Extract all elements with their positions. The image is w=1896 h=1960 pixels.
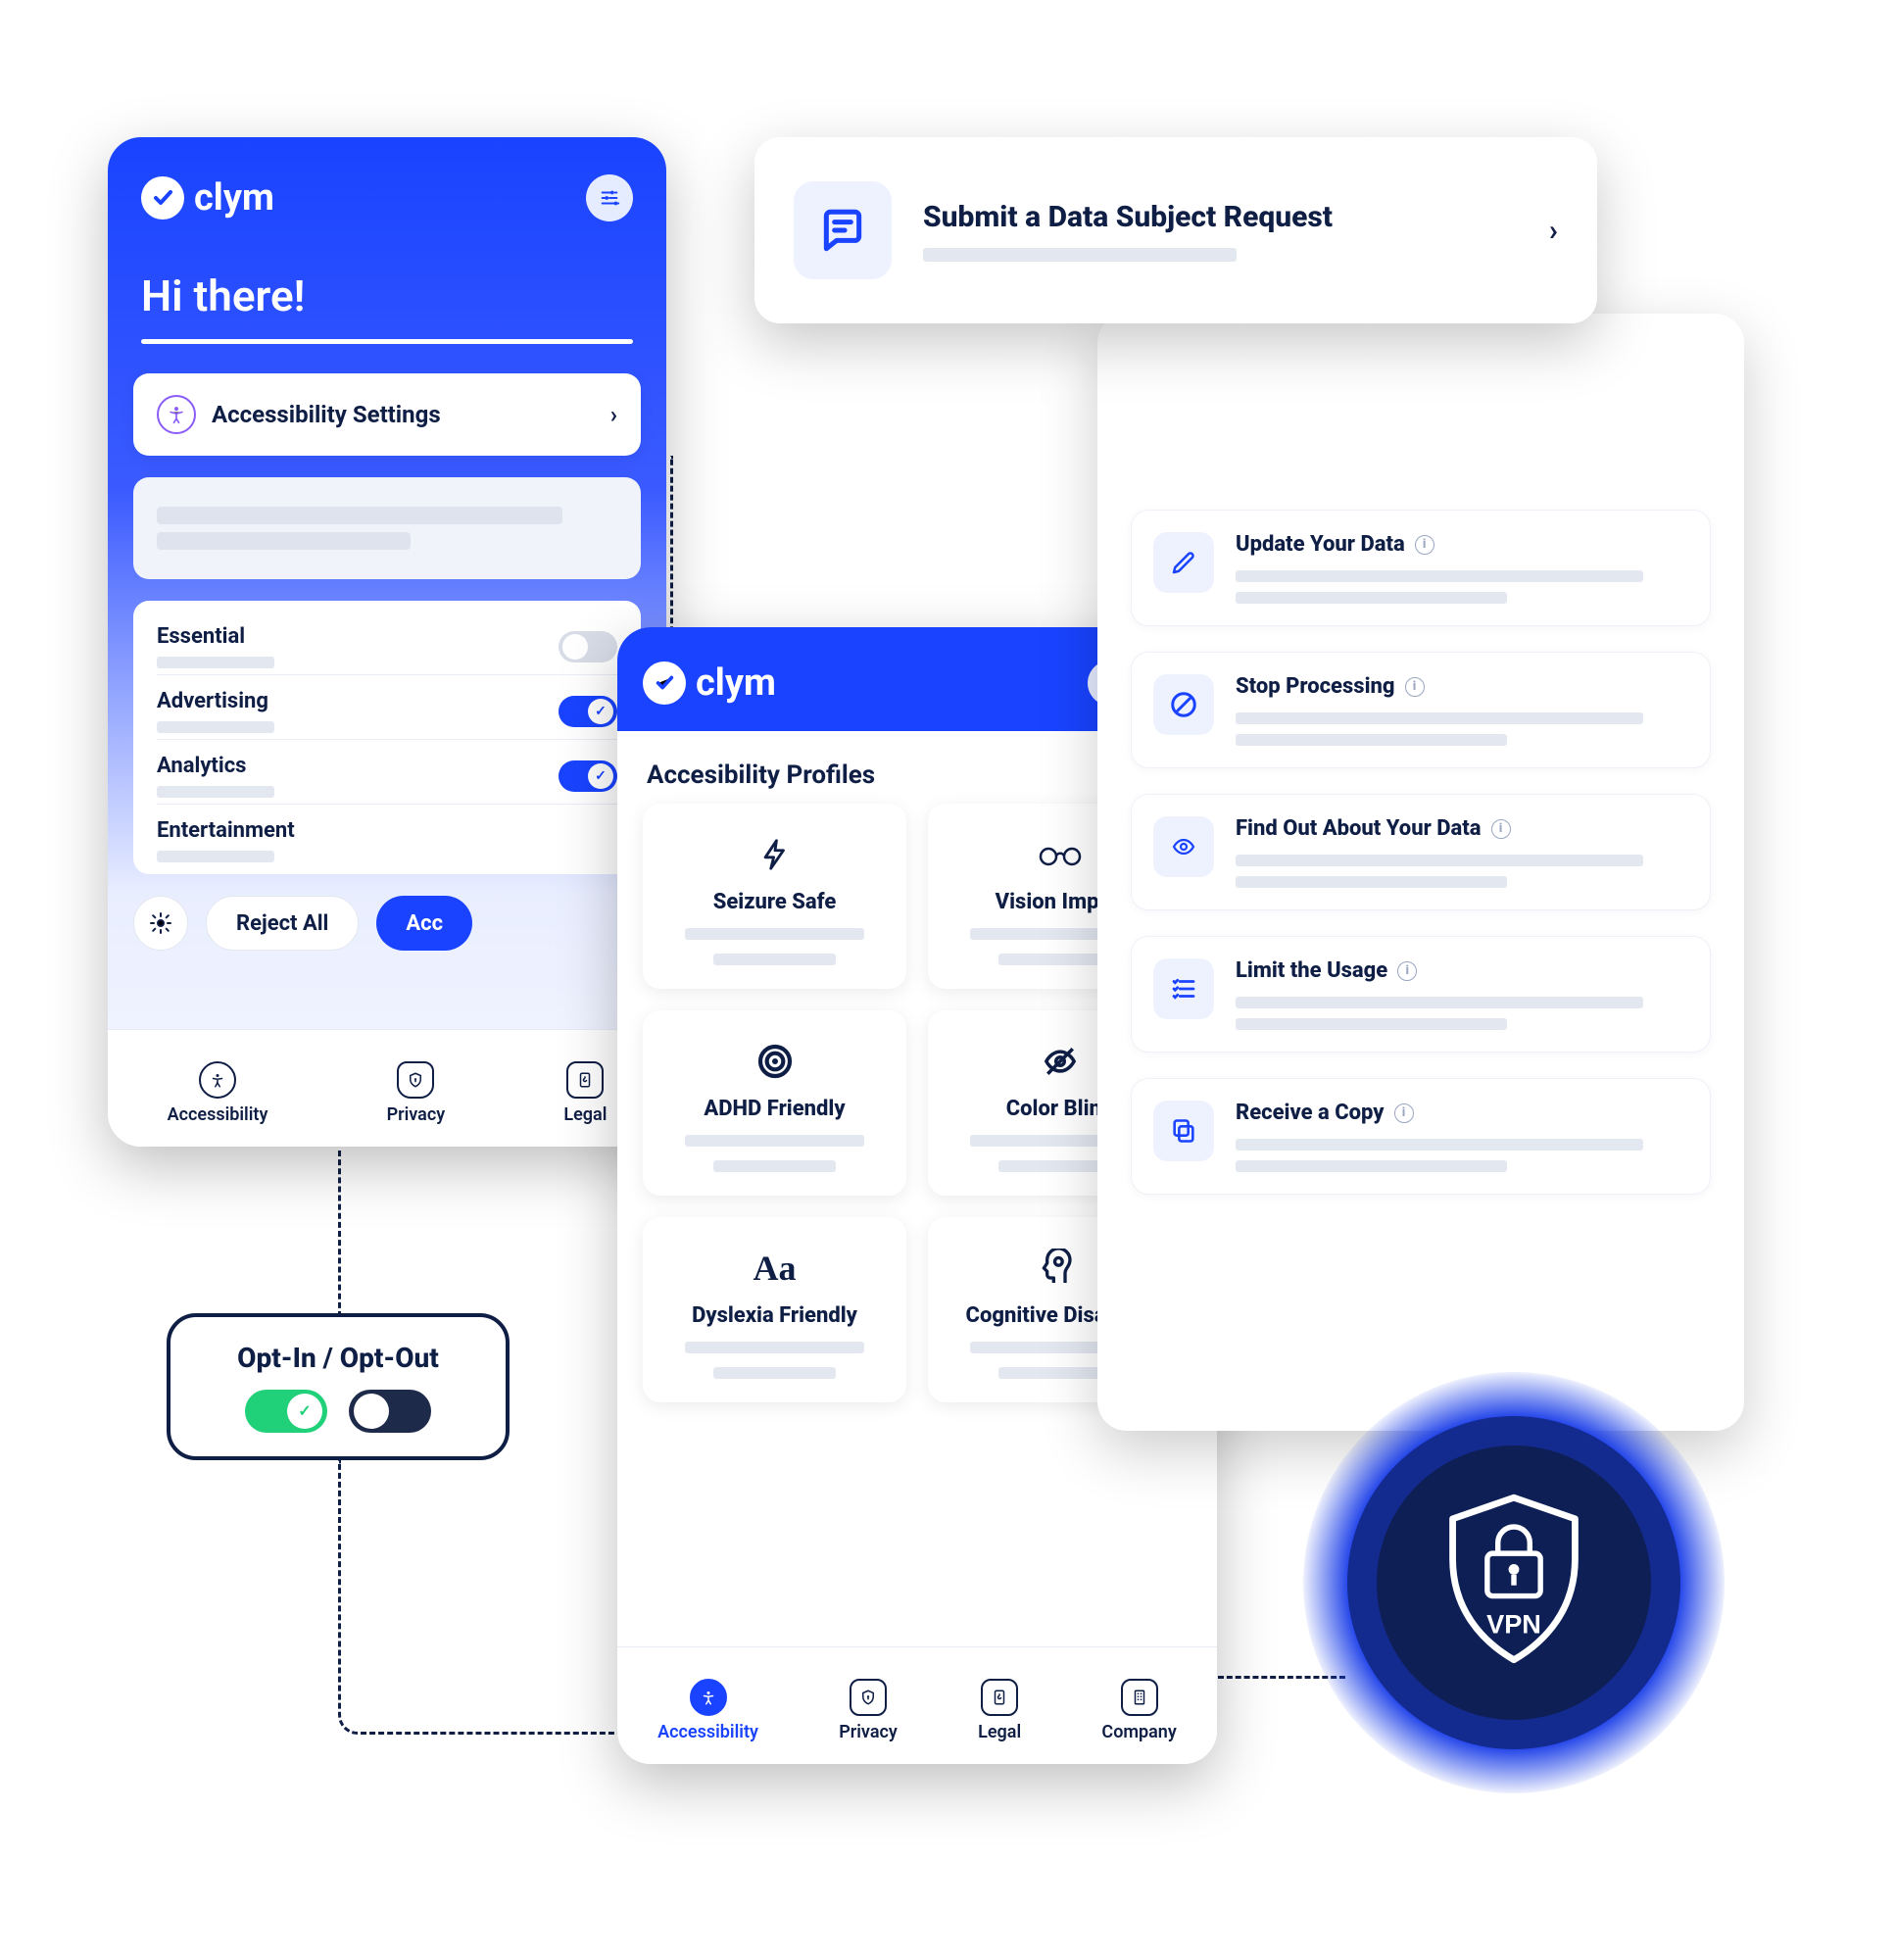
check-icon: [643, 662, 686, 705]
accept-button[interactable]: Acc: [376, 896, 472, 951]
profile-dyslexia[interactable]: Aa Dyslexia Friendly: [643, 1217, 906, 1402]
chevron-right-icon: ›: [1549, 214, 1558, 248]
opt-out-toggle[interactable]: [349, 1390, 431, 1433]
accessibility-icon: [157, 395, 196, 434]
opt-in-toggle[interactable]: ✓: [245, 1390, 327, 1433]
dsr-submit-card[interactable]: Submit a Data Subject Request ›: [754, 137, 1597, 323]
greeting-title: Hi there!: [108, 231, 666, 339]
category-row-entertainment[interactable]: Entertainment: [157, 804, 617, 868]
shield-icon: [850, 1679, 887, 1716]
nav-accessibility[interactable]: Accessibility: [168, 1061, 268, 1125]
svg-text:VPN: VPN: [1486, 1609, 1541, 1640]
brand-name: clym: [194, 176, 274, 220]
copy-icon: [1153, 1101, 1214, 1161]
toggle-advertising[interactable]: ✓: [559, 696, 617, 727]
document-icon: [981, 1679, 1018, 1716]
bottom-nav: Accessibility Privacy Legal: [108, 1029, 666, 1147]
check-icon: [141, 176, 184, 220]
brand-name: clym: [696, 662, 776, 705]
info-icon: i: [1415, 535, 1434, 555]
divider: [141, 339, 633, 344]
glasses-icon: [1037, 833, 1084, 876]
nav-privacy[interactable]: Privacy: [387, 1061, 446, 1125]
profile-adhd[interactable]: ADHD Friendly: [643, 1010, 906, 1196]
dsr-header-title: Submit a Data Subject Request: [923, 199, 1333, 236]
accessibility-icon: [690, 1679, 727, 1716]
target-icon: [755, 1040, 795, 1083]
building-icon: [1121, 1679, 1158, 1716]
chevron-right-icon: ›: [610, 401, 617, 428]
accessibility-settings-label: Accessibility Settings: [212, 401, 441, 428]
category-row-analytics[interactable]: Analytics ✓: [157, 739, 617, 804]
nav-privacy[interactable]: Privacy: [839, 1679, 898, 1742]
gear-icon: [149, 911, 172, 935]
preferences-button[interactable]: [133, 896, 188, 951]
category-row-essential[interactable]: Essential: [157, 611, 617, 674]
toggle-essential[interactable]: [559, 631, 617, 662]
nav-accessibility[interactable]: Accessibility: [657, 1679, 758, 1742]
nav-legal[interactable]: Legal: [978, 1679, 1021, 1742]
eye-icon: [1153, 816, 1214, 877]
checklist-icon: [1153, 958, 1214, 1019]
dsr-options-panel: Update Your Datai Stop Processingi Find …: [1097, 314, 1744, 1431]
info-icon: i: [1491, 819, 1511, 839]
connector-line: [338, 1460, 632, 1735]
shield-lock-icon: VPN: [1431, 1490, 1597, 1676]
cookie-category-list: Essential Advertising ✓ Analytics ✓ Ente…: [133, 601, 641, 874]
document-icon: [566, 1061, 604, 1099]
toggle-analytics[interactable]: ✓: [559, 760, 617, 792]
privacy-widget-phone: clym Hi there! Accessibility Settings ›: [108, 137, 666, 1147]
info-icon: i: [1405, 677, 1425, 697]
vpn-badge: VPN: [1303, 1372, 1725, 1793]
placeholder-card: [133, 477, 641, 579]
typography-icon: Aa: [754, 1247, 797, 1290]
category-row-advertising[interactable]: Advertising ✓: [157, 674, 617, 739]
connector-line: [338, 1151, 341, 1317]
dsr-update-data[interactable]: Update Your Datai: [1131, 510, 1711, 626]
profile-seizure-safe[interactable]: Seizure Safe: [643, 804, 906, 989]
bolt-icon: [758, 833, 792, 876]
sliders-icon: [599, 187, 620, 209]
nav-legal[interactable]: Legal: [563, 1061, 607, 1125]
shield-icon: [397, 1061, 434, 1099]
opt-in-out-card: Opt-In / Opt-Out ✓: [167, 1313, 510, 1460]
accessibility-settings-row[interactable]: Accessibility Settings ›: [133, 373, 641, 456]
settings-button[interactable]: [586, 174, 633, 221]
dsr-receive-copy[interactable]: Receive a Copyi: [1131, 1078, 1711, 1195]
accessibility-icon: [199, 1061, 236, 1099]
brand-logo: clym: [141, 176, 274, 220]
nav-company[interactable]: Company: [1101, 1679, 1176, 1742]
info-icon: i: [1394, 1103, 1414, 1123]
eye-off-icon: [1040, 1040, 1081, 1083]
reject-all-button[interactable]: Reject All: [206, 896, 359, 951]
dsr-find-out[interactable]: Find Out About Your Datai: [1131, 794, 1711, 910]
bottom-nav: Accessibility Privacy Legal Company: [617, 1646, 1217, 1764]
info-icon: i: [1397, 961, 1417, 981]
request-icon: [794, 181, 892, 279]
dsr-stop-processing[interactable]: Stop Processingi: [1131, 652, 1711, 768]
pencil-icon: [1153, 532, 1214, 593]
head-brain-icon: [1041, 1247, 1080, 1290]
brand-logo: clym: [643, 662, 776, 705]
dsr-limit-usage[interactable]: Limit the Usagei: [1131, 936, 1711, 1053]
stop-icon: [1153, 674, 1214, 735]
opt-title: Opt-In / Opt-Out: [237, 1342, 439, 1374]
